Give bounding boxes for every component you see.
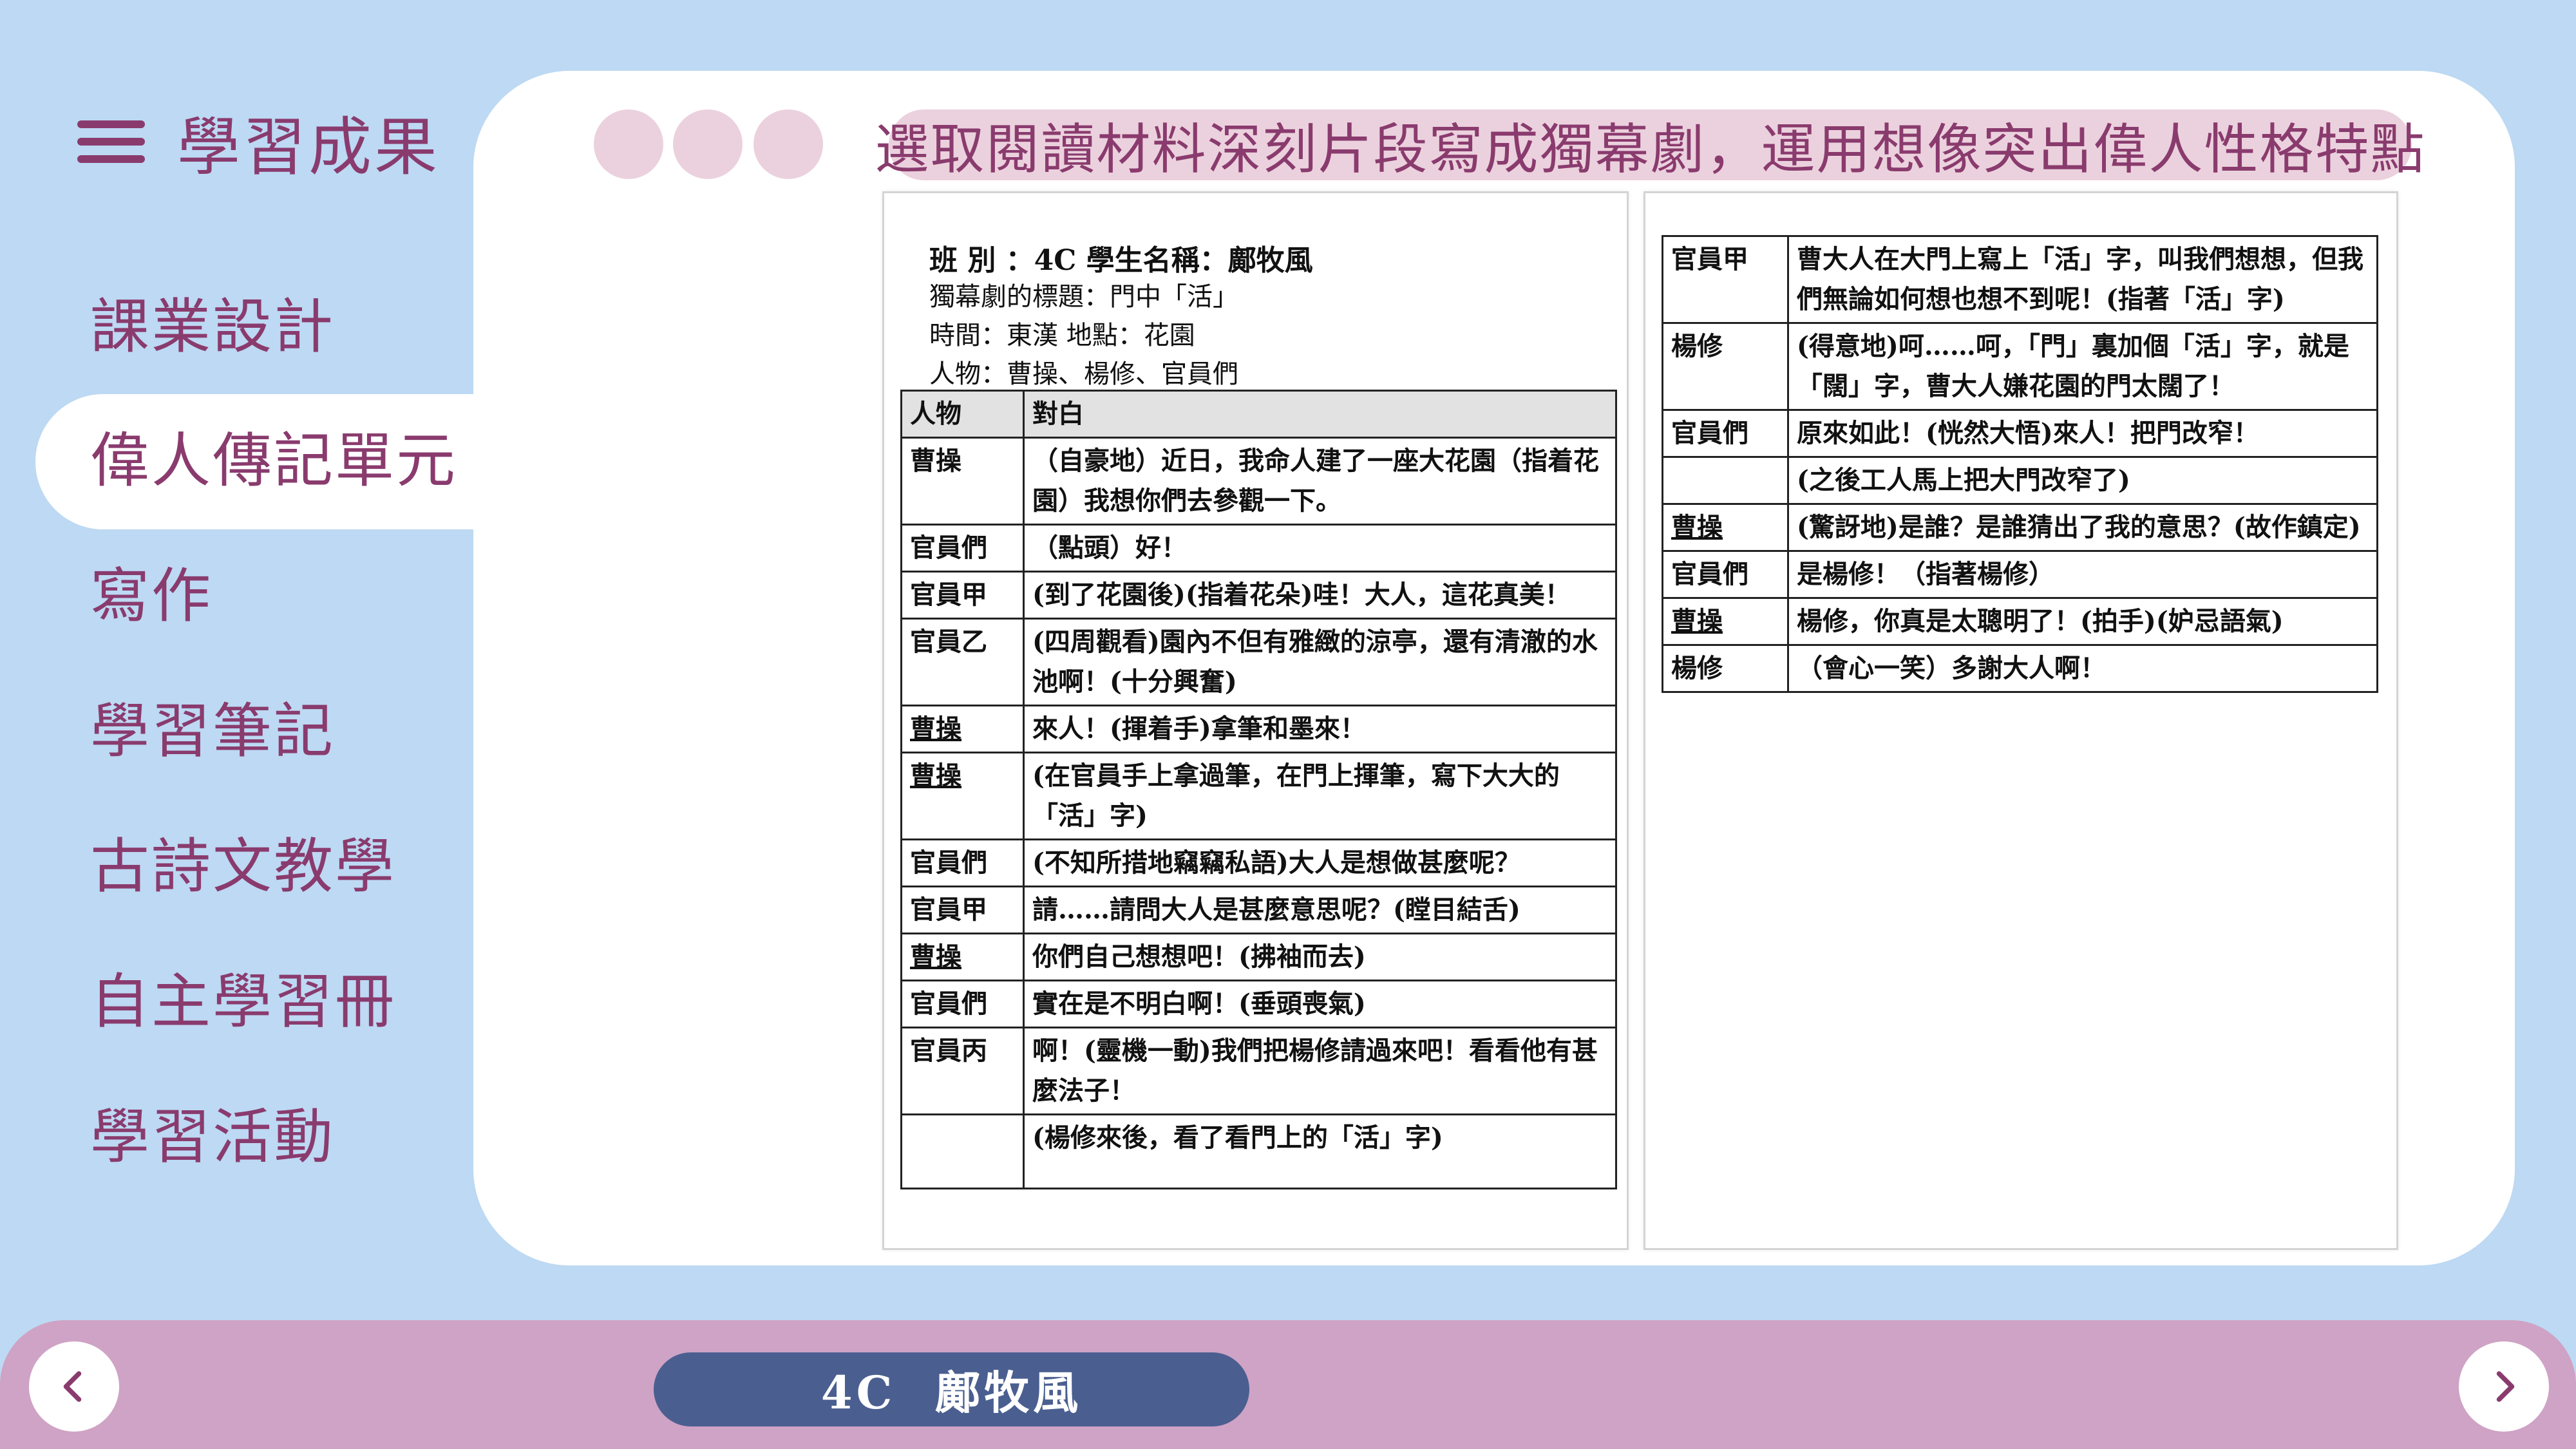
script-time-place-line: 時間：東漢 地點：花園: [929, 321, 1195, 350]
next-button[interactable]: [2459, 1341, 2549, 1432]
line-cell: 曹大人在大門上寫上「活」字，叫我們想想，但我們無論如何想也想不到呢！(指著「活」…: [1787, 235, 2378, 324]
role-cell: 官員們: [900, 980, 1025, 1028]
table-row: 官員們 (不知所措地竊竊私語)大人是想做甚麼呢？: [900, 838, 1617, 887]
role-cell: 曹操: [1662, 597, 1789, 646]
table-row: 楊修 （會心一笑）多謝大人啊！: [1662, 644, 2378, 693]
role-cell: 官員甲: [900, 886, 1025, 934]
decorative-dot: [753, 109, 823, 179]
role-cell: 楊修: [1662, 644, 1789, 693]
role-cell: 官員們: [900, 838, 1025, 887]
line-cell: （會心一笑）多謝大人啊！: [1787, 644, 2378, 693]
line-cell: 請……請問大人是甚麼意思呢？(瞠目結舌): [1023, 886, 1617, 934]
sidebar-heading: 學習成果: [77, 97, 440, 187]
role-cell: 官員丙: [900, 1027, 1025, 1115]
role-cell: 曹操: [900, 437, 1025, 526]
line-cell: 原來如此！(恍然大悟)來人！把門改窄！: [1787, 409, 2378, 458]
table-row: 官員們 （點頭）好！: [900, 524, 1617, 573]
role-cell: 曹操: [900, 752, 1025, 840]
script-page-left: 班 別 ：4C 學生名稱：鄺牧風 獨幕劇的標題：門中「活」 時間：東漢 地點：花…: [882, 191, 1629, 1250]
role-cell: 曹操: [1662, 503, 1789, 552]
sidebar-item-activities[interactable]: 學習活動: [90, 1108, 335, 1167]
bottom-bar: [0, 1320, 2576, 1449]
script-table-right: 官員甲 曹大人在大門上寫上「活」字，叫我們想想，但我們無論如何想也想不到呢！(指著…: [1662, 235, 2378, 693]
table-row: (之後工人馬上把大門改窄了): [1662, 456, 2378, 505]
script-page-right: 官員甲 曹大人在大門上寫上「活」字，叫我們想想，但我們無論如何想也想不到呢！(指著…: [1643, 191, 2398, 1250]
student-name-label: 4C 鄺牧風: [820, 1366, 1083, 1419]
line-cell: (得意地)呵……呵，「門」裏加個「活」字，就是「闊」字，曹大人嫌花園的門太闊了！: [1787, 322, 2378, 411]
script-title-line: 獨幕劇的標題：門中「活」: [929, 282, 1238, 312]
line-cell: (四周觀看)園內不但有雅緻的涼亭，還有清澈的水池啊！(十分興奮): [1023, 618, 1617, 706]
line-cell: 來人！(揮着手)拿筆和墨來！: [1023, 705, 1617, 753]
table-row: 官員丙 啊！(靈機一動)我們把楊修請過來吧！看看他有甚麼法子！: [900, 1027, 1617, 1115]
sidebar-item-course-design[interactable]: 課業設計: [90, 298, 335, 357]
table-row: 官員們 原來如此！(恍然大悟)來人！把門改窄！: [1662, 409, 2378, 458]
table-row: 官員們 實在是不明白啊！(垂頭喪氣): [900, 980, 1617, 1028]
role-cell: 曹操: [900, 933, 1025, 981]
table-header-role: 人物: [900, 390, 1025, 439]
line-cell: (在官員手上拿過筆，在門上揮筆，寫下大大的「活」字): [1023, 752, 1617, 840]
line-cell: （點頭）好！: [1023, 524, 1617, 573]
table-row: 曹操 （自豪地）近日，我命人建了一座大花園（指着花園）我想你們去參觀一下。: [900, 437, 1617, 526]
sidebar-item-study-notes[interactable]: 學習筆記: [90, 702, 335, 761]
line-cell: (到了花園後)(指着花朵)哇！大人，這花真美！: [1023, 571, 1617, 620]
role-cell: 官員們: [900, 524, 1025, 573]
role-cell: 楊修: [1662, 322, 1789, 411]
role-cell: 官員們: [1662, 409, 1789, 458]
sidebar-item-classical-poetry[interactable]: 古詩文教學: [90, 837, 396, 896]
table-row: 曹操 (在官員手上拿過筆，在門上揮筆，寫下大大的「活」字): [900, 752, 1617, 840]
line-cell: 啊！(靈機一動)我們把楊修請過來吧！看看他有甚麼法子！: [1023, 1027, 1617, 1115]
decorative-dot: [673, 109, 743, 179]
sidebar-item-biography-unit[interactable]: 偉人傳記單元: [90, 431, 457, 491]
role-cell: 官員們: [1662, 550, 1789, 599]
line-cell: (楊修來後，看了看門上的「活」字): [1023, 1113, 1617, 1189]
table-header-line: 對白: [1023, 390, 1617, 439]
table-row: 楊修 (得意地)呵……呵，「門」裏加個「活」字，就是「闊」字，曹大人嫌花園的門太闊…: [1662, 322, 2378, 411]
line-cell: (之後工人馬上把大門改窄了): [1787, 456, 2378, 505]
script-table-left: 人物 對白 曹操 （自豪地）近日，我命人建了一座大花園（指着花園）我想你們去參觀一…: [900, 390, 1617, 1189]
role-cell: 官員甲: [900, 571, 1025, 620]
student-name-pill: 4C 鄺牧風: [654, 1352, 1249, 1426]
table-row: 曹操 楊修，你真是太聰明了！(拍手)(妒忌語氣): [1662, 597, 2378, 646]
table-row: 曹操 你們自己想想吧！(拂袖而去): [900, 933, 1617, 981]
line-cell: 是楊修！（指著楊修）: [1787, 550, 2378, 599]
hamburger-menu-icon[interactable]: [77, 120, 145, 163]
sidebar-item-self-study-book[interactable]: 自主學習冊: [90, 972, 396, 1032]
table-row: 官員甲 曹大人在大門上寫上「活」字，叫我們想想，但我們無論如何想也想不到呢！(指著…: [1662, 235, 2378, 324]
role-cell: 曹操: [900, 705, 1025, 753]
line-cell: 實在是不明白啊！(垂頭喪氣): [1023, 980, 1617, 1028]
line-cell: (驚訝地)是誰？是誰猜出了我的意思？(故作鎮定): [1787, 503, 2378, 552]
role-cell: [900, 1113, 1025, 1189]
decorative-dot: [594, 109, 663, 179]
chevron-right-icon: [2496, 1371, 2515, 1402]
sidebar-item-writing[interactable]: 寫作: [90, 567, 213, 626]
table-row: 曹操 (驚訝地)是誰？是誰猜出了我的意思？(故作鎮定): [1662, 503, 2378, 552]
line-cell: (不知所措地竊竊私語)大人是想做甚麼呢？: [1023, 838, 1617, 887]
role-cell: 官員乙: [900, 618, 1025, 706]
table-row: 官員甲 請……請問大人是甚麼意思呢？(瞠目結舌): [900, 886, 1617, 934]
script-characters-line: 人物：曹操、楊修、官員們: [929, 359, 1238, 389]
table-row: 曹操 來人！(揮着手)拿筆和墨來！: [900, 705, 1617, 753]
table-header-row: 人物 對白: [900, 390, 1617, 439]
line-cell: （自豪地）近日，我命人建了一座大花園（指着花園）我想你們去參觀一下。: [1023, 437, 1617, 526]
student-info-header: 班 別 ：4C 學生名稱：鄺牧風: [929, 244, 1313, 277]
table-row: (楊修來後，看了看門上的「活」字): [900, 1113, 1617, 1189]
line-cell: 楊修，你真是太聰明了！(拍手)(妒忌語氣): [1787, 597, 2378, 646]
previous-button[interactable]: [29, 1341, 119, 1432]
table-row: 官員甲 (到了花園後)(指着花朵)哇！大人，這花真美！: [900, 571, 1617, 620]
sidebar-heading-label: 學習成果: [177, 111, 440, 184]
page-title: 選取閱讀材料深刻片段寫成獨幕劇，運用想像突出偉人性格特點: [875, 117, 2426, 181]
role-cell: [1662, 456, 1789, 505]
role-cell: 官員甲: [1662, 235, 1789, 324]
chevron-left-icon: [63, 1371, 82, 1402]
table-row: 官員乙 (四周觀看)園內不但有雅緻的涼亭，還有清澈的水池啊！(十分興奮): [900, 618, 1617, 706]
line-cell: 你們自己想想吧！(拂袖而去): [1023, 933, 1617, 981]
page-title-pill: 選取閱讀材料深刻片段寫成獨幕劇，運用想像突出偉人性格特點: [875, 109, 2425, 181]
table-row: 官員們 是楊修！（指著楊修）: [1662, 550, 2378, 599]
